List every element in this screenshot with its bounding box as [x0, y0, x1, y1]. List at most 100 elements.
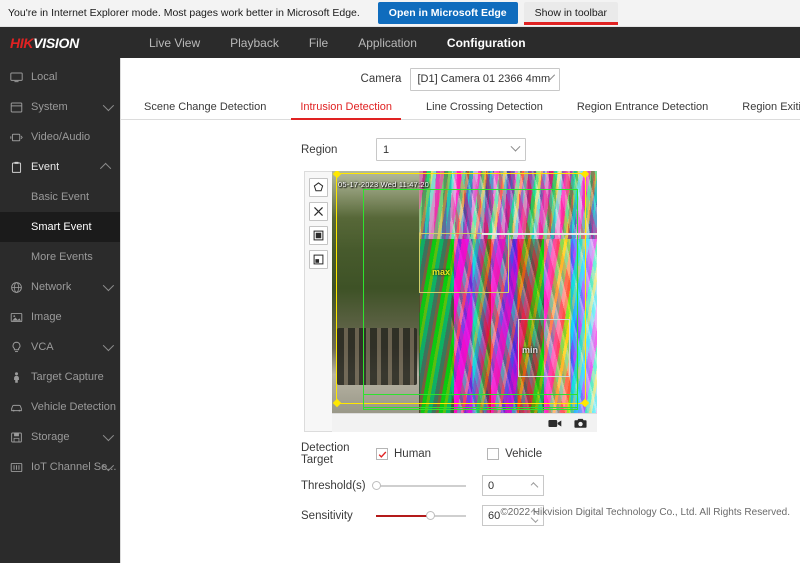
camera-select-value: [D1] Camera 01 2366 4mm: [417, 73, 550, 85]
camera-label: Camera: [361, 73, 402, 85]
threshold-row: Threshold(s) 0: [121, 475, 800, 496]
sidebar-item-storage[interactable]: Storage: [0, 422, 120, 452]
sidebar-item-video-audio[interactable]: Video/Audio: [0, 122, 120, 152]
hikvision-logo: HIKVISION: [0, 35, 125, 51]
chevron-down-icon-vca: [103, 340, 114, 351]
nav-item-application[interactable]: Application: [358, 36, 417, 50]
sidebar-label-more-events: More Events: [31, 251, 93, 263]
tab-line-crossing-detection[interactable]: Line Crossing Detection: [409, 101, 560, 119]
sidebar-item-network[interactable]: Network: [0, 272, 120, 302]
nav-item-file[interactable]: File: [309, 36, 328, 50]
footer-copyright: ©2022 Hikvision Digital Technology Co., …: [500, 507, 790, 518]
show-in-toolbar-button[interactable]: Show in toolbar: [524, 2, 618, 24]
region-row: Region 1: [121, 138, 800, 161]
detection-target-row: Detection Target Human Vehicle: [121, 442, 800, 466]
max-size-label: max: [432, 267, 450, 277]
event-icon: [8, 159, 24, 175]
tab-intrusion-detection[interactable]: Intrusion Detection: [283, 101, 409, 119]
chevron-up-icon-threshold[interactable]: [531, 482, 539, 490]
clear-tool[interactable]: [309, 202, 328, 221]
camera-icon[interactable]: [574, 418, 587, 429]
sidebar-item-vca[interactable]: VCA: [0, 332, 120, 362]
sidebar-item-more-events[interactable]: More Events: [0, 242, 120, 272]
label-vehicle: Vehicle: [505, 448, 542, 460]
sidebar-item-system[interactable]: System: [0, 92, 120, 122]
sensitivity-slider-handle[interactable]: [426, 511, 435, 520]
tab-region-exiting-detection[interactable]: Region Exiting Detection: [725, 101, 800, 119]
sidebar-label-event: Event: [31, 161, 59, 173]
chevron-down-icon-system: [103, 100, 114, 111]
sidebar-label-storage: Storage: [31, 431, 70, 443]
sensitivity-slider[interactable]: [376, 515, 466, 517]
top-navigation-bar: HIKVISION Live View Playback File Applic…: [0, 27, 800, 58]
threshold-stepper-arrows[interactable]: [531, 484, 538, 488]
video-frame-scene: [332, 171, 419, 432]
sidebar-label-video-audio: Video/Audio: [31, 131, 90, 143]
sensitivity-value: 60: [488, 510, 500, 522]
draw-min-size-tool[interactable]: [309, 250, 328, 269]
car-icon: [8, 399, 24, 415]
sidebar-item-target-capture[interactable]: Target Capture: [0, 362, 120, 392]
chevron-down-icon-region: [511, 142, 521, 152]
threshold-slider[interactable]: [376, 485, 466, 487]
sidebar-label-vca: VCA: [31, 341, 54, 353]
chevron-down-icon-storage: [103, 430, 114, 441]
sidebar: Local System Video/Audio Event Basic Eve…: [0, 58, 120, 563]
system-icon: [8, 99, 24, 115]
logo-hik-text: HIK: [10, 35, 33, 51]
nav-item-live-view[interactable]: Live View: [149, 36, 200, 50]
checkbox-human[interactable]: [376, 448, 388, 460]
globe-icon: [8, 279, 24, 295]
region-label: Region: [301, 144, 376, 156]
detection-target-options: Human Vehicle: [376, 448, 598, 460]
tab-region-entrance-detection[interactable]: Region Entrance Detection: [560, 101, 725, 119]
ie-banner-message: You're in Internet Explorer mode. Most p…: [8, 7, 360, 19]
sidebar-item-iot-channel-settings[interactable]: IoT Channel Se...: [0, 452, 120, 482]
video-preview-block: 05-17-2023 Wed 11:47:20 max min: [304, 171, 597, 432]
sidebar-label-system: System: [31, 101, 68, 113]
sidebar-item-vehicle-detection[interactable]: Vehicle Detection: [0, 392, 120, 422]
checkbox-vehicle[interactable]: [487, 448, 499, 460]
sidebar-label-image: Image: [31, 311, 62, 323]
label-human: Human: [394, 448, 431, 460]
sidebar-label-local: Local: [31, 71, 57, 83]
storage-icon: [8, 429, 24, 445]
logo-vision-text: VISION: [33, 35, 79, 51]
sensitivity-label: Sensitivity: [301, 510, 376, 522]
region-select[interactable]: 1: [376, 138, 526, 161]
detection-target-label: Detection Target: [301, 442, 376, 466]
sidebar-item-basic-event[interactable]: Basic Event: [0, 182, 120, 212]
sidebar-item-image[interactable]: Image: [0, 302, 120, 332]
tab-scene-change-detection[interactable]: Scene Change Detection: [127, 101, 283, 119]
image-icon: [8, 309, 24, 325]
sidebar-item-event[interactable]: Event: [0, 152, 120, 182]
iot-icon: [8, 459, 24, 475]
video-frame-foreground: [337, 328, 417, 385]
sidebar-item-local[interactable]: Local: [0, 62, 120, 92]
draw-max-size-tool[interactable]: [309, 226, 328, 245]
sidebar-label-network: Network: [31, 281, 71, 293]
threshold-label: Threshold(s): [301, 480, 376, 492]
overlay-line: [482, 233, 597, 235]
intrusion-detection-form: Region 1: [121, 120, 800, 526]
nav-item-configuration[interactable]: Configuration: [447, 36, 526, 50]
region-select-value: 1: [383, 144, 389, 156]
internet-explorer-mode-banner: You're in Internet Explorer mode. Most p…: [0, 0, 800, 27]
video-osd-timestamp: 05-17-2023 Wed 11:47:20: [338, 180, 429, 189]
chevron-up-icon-event: [100, 163, 111, 174]
draw-polygon-tool[interactable]: [309, 178, 328, 197]
video-preview[interactable]: 05-17-2023 Wed 11:47:20 max min: [332, 171, 597, 432]
nav-items: Live View Playback File Application Conf…: [149, 36, 526, 50]
sensitivity-slider-fill: [376, 515, 430, 517]
sidebar-label-smart-event: Smart Event: [31, 221, 92, 233]
camera-select[interactable]: [D1] Camera 01 2366 4mm: [410, 68, 560, 91]
person-icon: [8, 369, 24, 385]
open-in-microsoft-edge-button[interactable]: Open in Microsoft Edge: [378, 2, 518, 24]
main-content: Camera [D1] Camera 01 2366 4mm Scene Cha…: [120, 58, 800, 563]
sidebar-item-smart-event[interactable]: Smart Event: [0, 212, 120, 242]
nav-item-playback[interactable]: Playback: [230, 36, 279, 50]
record-icon[interactable]: [548, 418, 562, 429]
threshold-slider-handle[interactable]: [372, 481, 381, 490]
threshold-stepper[interactable]: 0: [482, 475, 544, 496]
monitor-icon: [8, 69, 24, 85]
